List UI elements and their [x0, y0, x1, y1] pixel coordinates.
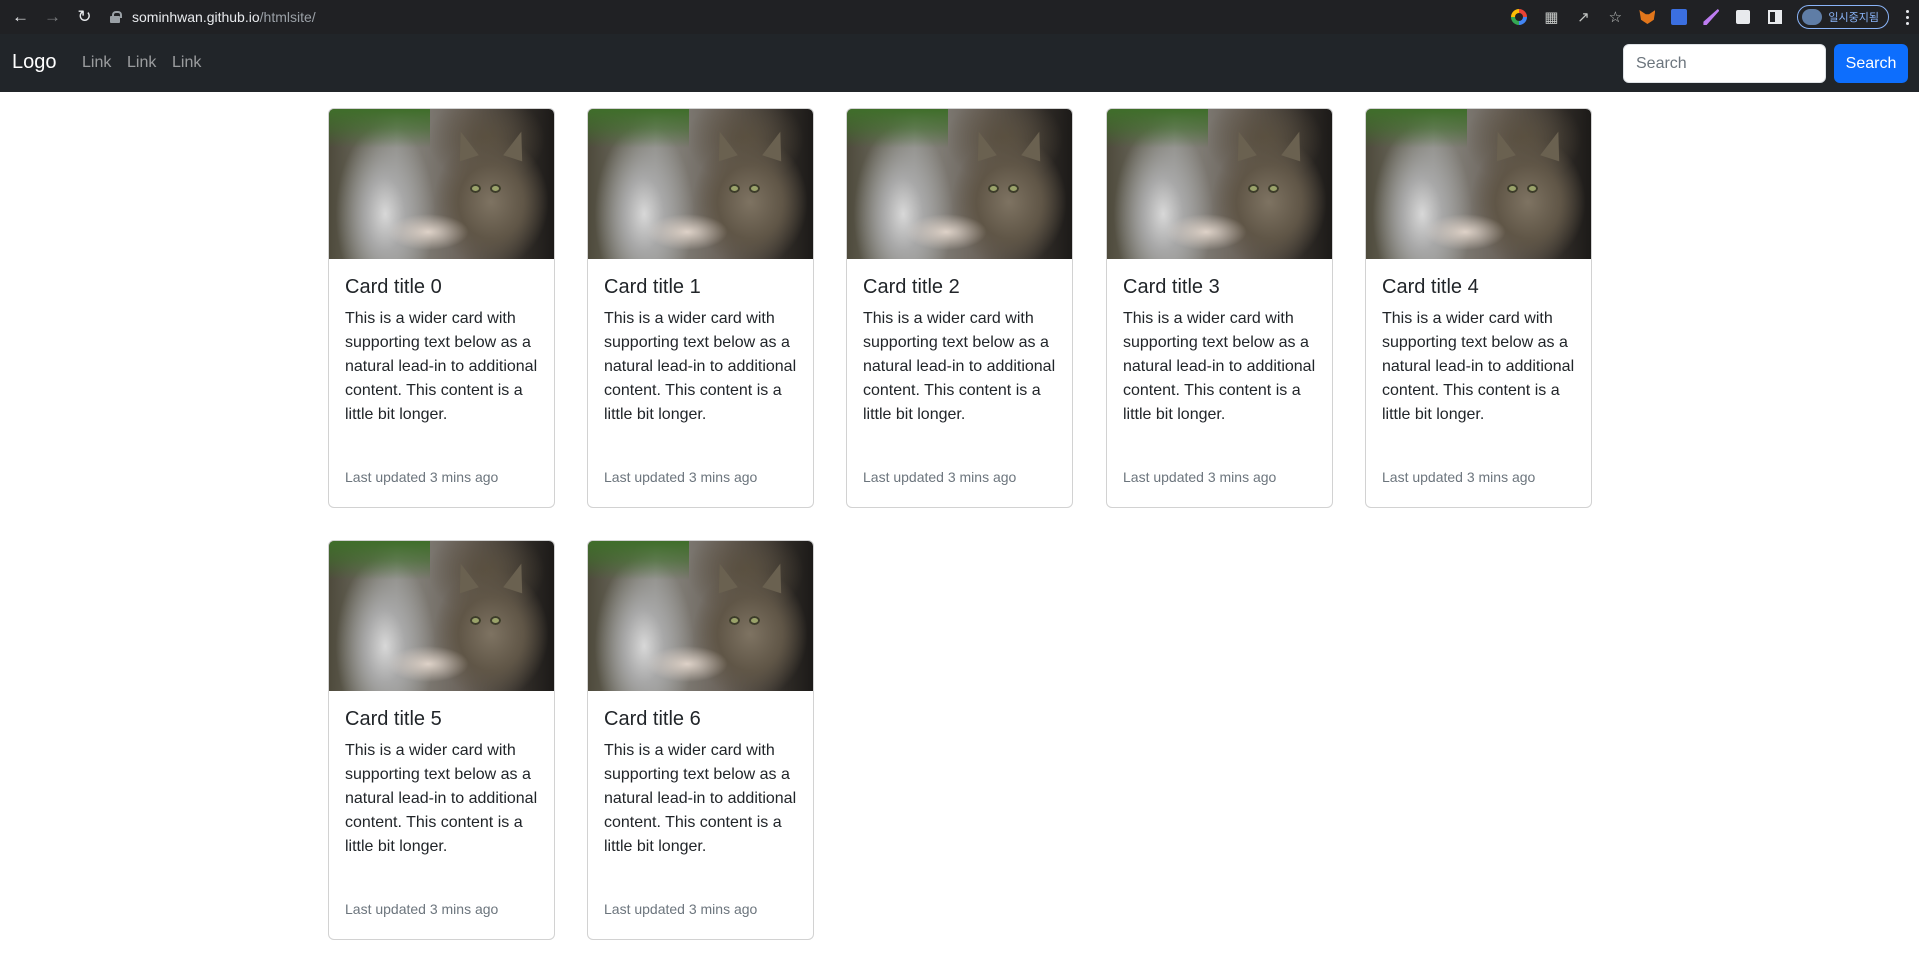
- card-last-updated: Last updated 3 mins ago: [1123, 469, 1277, 485]
- card: Card title 0 This is a wider card with s…: [328, 108, 555, 508]
- card: Card title 6 This is a wider card with s…: [587, 540, 814, 940]
- toolbar-actions: ▦ ↗ ☆ 일시중지됨: [1503, 0, 1919, 34]
- brand-logo[interactable]: Logo: [12, 51, 57, 74]
- profile-label: 일시중지됨: [1828, 12, 1879, 24]
- reload-icon[interactable]: ↻: [69, 0, 100, 34]
- url-path: /htmlsite/: [259, 9, 316, 25]
- forward-arrow-icon[interactable]: →: [37, 0, 68, 34]
- card-title: Card title 0: [345, 276, 442, 298]
- card-last-updated: Last updated 3 mins ago: [345, 469, 499, 485]
- card: Card title 5 This is a wider card with s…: [328, 540, 555, 940]
- card-text: This is a wider card with supporting tex…: [1382, 310, 1575, 423]
- browser-toolbar: ← → ↻ sominhwan.github.io/htmlsite/ ▦ ↗ …: [0, 0, 1919, 34]
- extension-icon[interactable]: [1663, 0, 1695, 34]
- card-title: Card title 4: [1382, 276, 1479, 298]
- address-bar[interactable]: sominhwan.github.io/htmlsite/: [110, 5, 316, 29]
- feather-icon[interactable]: [1695, 0, 1727, 34]
- card-image: [847, 109, 1072, 259]
- card-text: This is a wider card with supporting tex…: [604, 310, 797, 423]
- url-host: sominhwan.github.io: [132, 9, 260, 25]
- card-title: Card title 3: [1123, 276, 1220, 298]
- site-navbar: Logo Link Link Link Search: [0, 34, 1919, 92]
- nav-link-2[interactable]: Link: [127, 54, 156, 72]
- kebab-menu-icon[interactable]: [1895, 0, 1919, 34]
- google-icon[interactable]: [1503, 0, 1535, 34]
- card-text: This is a wider card with supporting tex…: [345, 310, 538, 423]
- avatar: [1802, 9, 1823, 25]
- card-title: Card title 2: [863, 276, 960, 298]
- card-image: [329, 541, 554, 691]
- card-image: [1107, 109, 1332, 259]
- nav-link-3[interactable]: Link: [172, 54, 201, 72]
- card-title: Card title 1: [604, 276, 701, 298]
- side-panel-icon[interactable]: [1759, 0, 1791, 34]
- card-image: [329, 109, 554, 259]
- card-text: This is a wider card with supporting tex…: [1123, 310, 1316, 423]
- share-icon[interactable]: ↗: [1567, 0, 1599, 34]
- metamask-icon[interactable]: [1631, 0, 1663, 34]
- card: Card title 1 This is a wider card with s…: [587, 108, 814, 508]
- nav-link-1[interactable]: Link: [82, 54, 111, 72]
- puzzle-icon[interactable]: [1727, 0, 1759, 34]
- card: Card title 2 This is a wider card with s…: [846, 108, 1073, 508]
- star-icon[interactable]: ☆: [1599, 0, 1631, 34]
- card-title: Card title 6: [604, 708, 701, 730]
- card-text: This is a wider card with supporting tex…: [863, 310, 1056, 423]
- profile-button[interactable]: 일시중지됨: [1797, 5, 1889, 29]
- search-button[interactable]: Search: [1834, 44, 1908, 83]
- card: Card title 3 This is a wider card with s…: [1106, 108, 1333, 508]
- card-image: [588, 541, 813, 691]
- card-last-updated: Last updated 3 mins ago: [604, 469, 758, 485]
- lock-icon[interactable]: [110, 11, 122, 23]
- card: Card title 4 This is a wider card with s…: [1365, 108, 1592, 508]
- card-text: This is a wider card with supporting tex…: [345, 742, 538, 855]
- card-image: [588, 109, 813, 259]
- card-last-updated: Last updated 3 mins ago: [604, 901, 758, 917]
- card-last-updated: Last updated 3 mins ago: [345, 901, 499, 917]
- card-title: Card title 5: [345, 708, 442, 730]
- card-text: This is a wider card with supporting tex…: [604, 742, 797, 855]
- back-arrow-icon[interactable]: ←: [5, 0, 36, 34]
- card-last-updated: Last updated 3 mins ago: [863, 469, 1017, 485]
- card-last-updated: Last updated 3 mins ago: [1382, 469, 1536, 485]
- card-image: [1366, 109, 1591, 259]
- translate-icon[interactable]: ▦: [1535, 0, 1567, 34]
- search-input[interactable]: [1623, 44, 1826, 83]
